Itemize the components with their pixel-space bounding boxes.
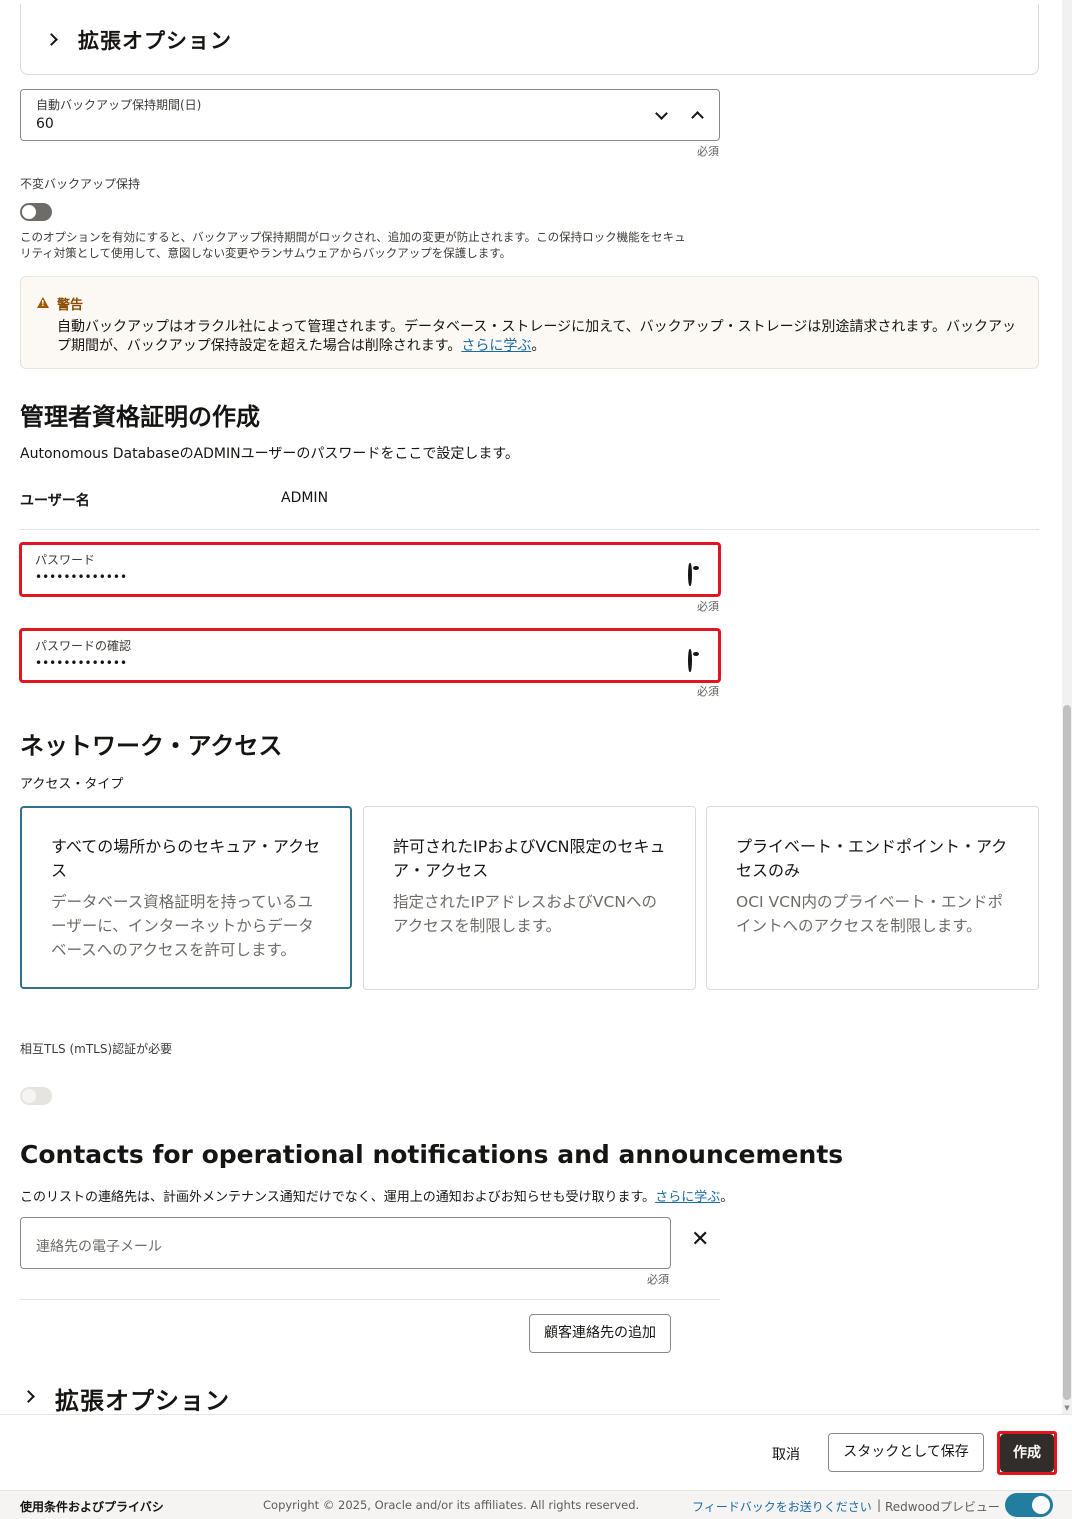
scroll-down-arrow-icon[interactable]: ▼ <box>1062 1402 1072 1414</box>
separator: | <box>877 1498 882 1512</box>
access-card-allowed-ips-vcn[interactable]: 許可されたIPおよびVCN限定のセキュ ア・アクセス 指定されたIPアドレスおよ… <box>363 806 696 990</box>
extended-options-bottom-title: 拡張オプション <box>55 1387 230 1414</box>
redwood-preview-label: Redwoodプレビュー <box>885 1500 1000 1514</box>
warning-body: 自動バックアップはオラクル社によって管理されます。データベース・ストレージに加え… <box>57 319 1016 354</box>
terms-privacy-link[interactable]: 使用条件およびプライバシ <box>20 1498 164 1515</box>
divider <box>20 1299 720 1300</box>
password-input[interactable]: ••••••••••••• <box>35 570 127 584</box>
create-button-highlight: 作成 <box>997 1431 1057 1475</box>
warning-triangle-icon: ! <box>37 297 49 308</box>
extended-options-top-panel[interactable]: 拡張オプション <box>20 4 1039 75</box>
password-confirm-field[interactable]: パスワードの確認 ••••••••••••• <box>19 628 721 683</box>
backup-retention-input[interactable]: 60 <box>36 116 54 132</box>
backup-retention-label: 自動バックアップ保持期間(日) <box>36 98 202 112</box>
access-card-description: データベース資格証明を持っているユ ーザーに、インターネットからデータ ベースへ… <box>51 893 314 959</box>
contact-email-input[interactable]: 連絡先の電子メール <box>36 1236 162 1256</box>
feedback-link[interactable]: フィードバックをお送りください <box>692 1498 872 1515</box>
contacts-description: このリストの連絡先は、計画外メンテナンス通知だけでなく、運用上の通知およびお知ら… <box>20 1190 734 1205</box>
mtls-label: 相互TLS (mTLS)認証が必要 <box>20 1042 173 1056</box>
show-password-confirm-eye-icon[interactable] <box>688 649 692 672</box>
admin-credentials-title: 管理者資格証明の作成 <box>20 403 260 431</box>
admin-credentials-description: Autonomous DatabaseのADMINユーザーのパスワードをここで設… <box>20 446 519 462</box>
chevron-right-icon <box>45 33 58 46</box>
extended-options-bottom-panel[interactable]: 拡張オプション <box>20 1378 320 1414</box>
add-contact-button[interactable]: 顧客連絡先の追加 <box>529 1314 671 1353</box>
mtls-toggle[interactable] <box>20 1087 52 1105</box>
warning-message: ! 警告 自動バックアップはオラクル社によって管理されます。データベース・ストレ… <box>20 276 1039 369</box>
username-label: ユーザー名 <box>20 493 90 509</box>
access-type-label: アクセス・タイプ <box>20 777 124 792</box>
access-card-description: OCI VCN内のプライベート・エンドポ イントへのアクセスを制限します。 <box>736 893 1004 935</box>
password-label: パスワード <box>35 553 96 567</box>
footer-action-bar: 取消 スタックとして保存 作成 <box>0 1414 1072 1490</box>
immutable-backup-label: 不変バックアップ保持 <box>20 177 141 191</box>
network-access-title: ネットワーク・アクセス <box>20 732 283 760</box>
backup-retention-required: 必須 <box>697 145 719 158</box>
access-card-title: すべての場所からのセキュア・アクセ ス <box>51 837 321 880</box>
copyright-text: Copyright © 2025, Oracle and/or its affi… <box>263 1498 640 1512</box>
access-card-description: 指定されたIPアドレスおよびVCNへの アクセスを制限します。 <box>393 893 657 935</box>
contact-email-field[interactable]: 連絡先の電子メール <box>20 1217 671 1269</box>
contacts-title: Contacts for operational notifications a… <box>20 1140 844 1169</box>
form-scroll-area[interactable]: 拡張オプション 自動バックアップ保持期間(日) 60 必須 不変バックアップ保持… <box>0 0 1062 1414</box>
increment-chevron-up-icon[interactable] <box>691 111 704 124</box>
cancel-button[interactable]: 取消 <box>772 1444 800 1464</box>
immutable-backup-toggle[interactable] <box>20 203 52 221</box>
save-as-stack-button[interactable]: スタックとして保存 <box>828 1433 984 1472</box>
password-confirm-label: パスワードの確認 <box>35 639 132 653</box>
legal-bar: 使用条件およびプライバシ Copyright © 2025, Oracle an… <box>0 1490 1072 1519</box>
contact-email-required: 必須 <box>647 1273 669 1286</box>
decrement-chevron-down-icon[interactable] <box>655 107 668 120</box>
warning-learn-more-link[interactable]: さらに学ぶ <box>461 338 531 354</box>
scrollbar-thumb[interactable] <box>1063 705 1071 1400</box>
password-confirm-required: 必須 <box>697 685 719 698</box>
username-value: ADMIN <box>281 490 329 506</box>
show-password-eye-icon[interactable] <box>688 563 692 586</box>
create-button[interactable]: 作成 <box>1000 1434 1054 1472</box>
access-card-secure-everywhere[interactable]: すべての場所からのセキュア・アクセ ス データベース資格証明を持っているユ ーザ… <box>20 806 352 989</box>
access-card-private-endpoint[interactable]: プライベート・エンドポイント・アク セスのみ OCI VCN内のプライベート・エ… <box>706 806 1039 990</box>
remove-contact-close-icon[interactable]: ✕ <box>691 1229 709 1251</box>
extended-options-top-title: 拡張オプション <box>78 29 232 53</box>
access-card-title: 許可されたIPおよびVCN限定のセキュ ア・アクセス <box>393 837 666 880</box>
password-confirm-input[interactable]: ••••••••••••• <box>35 656 127 670</box>
backup-retention-field[interactable]: 自動バックアップ保持期間(日) 60 <box>20 89 720 141</box>
warning-title: 警告 <box>57 298 84 313</box>
divider <box>20 529 1039 530</box>
password-field[interactable]: パスワード ••••••••••••• <box>19 542 721 597</box>
contacts-learn-more-link[interactable]: さらに学ぶ <box>655 1190 720 1205</box>
immutable-backup-help: このオプションを有効にすると、バックアップ保持期間がロックされ、追加の変更が防止… <box>20 230 686 260</box>
password-required: 必須 <box>697 600 719 613</box>
redwood-preview-toggle[interactable] <box>1005 1493 1053 1517</box>
chevron-right-icon <box>22 1390 35 1403</box>
access-card-title: プライベート・エンドポイント・アク セスのみ <box>736 837 1008 880</box>
